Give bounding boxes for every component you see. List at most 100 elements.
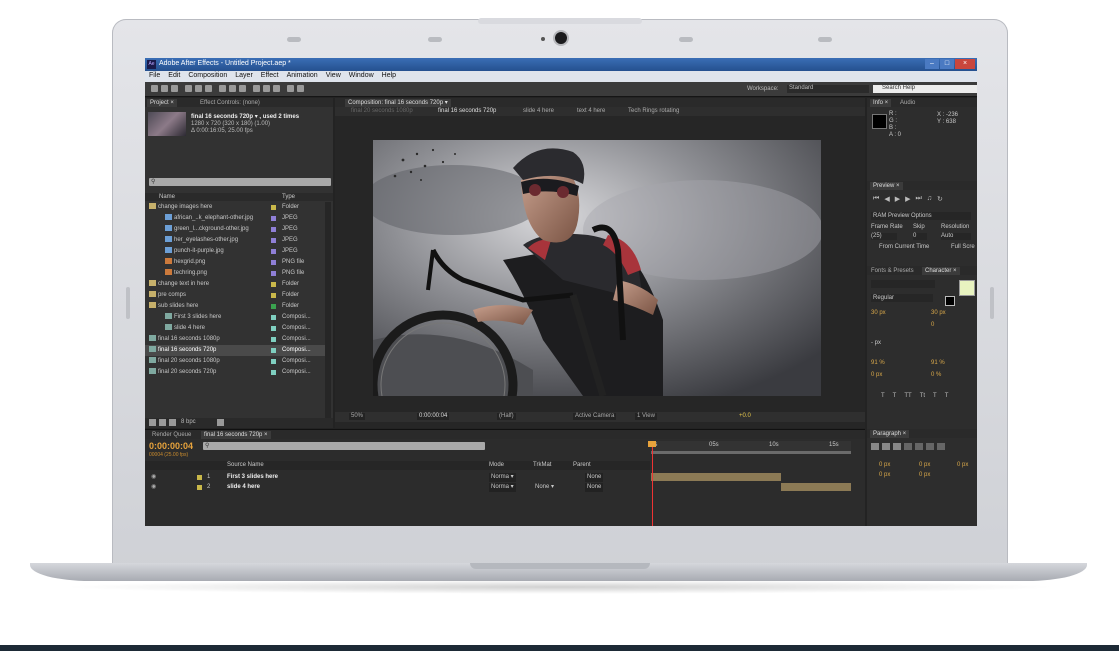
layer-bar-1[interactable] <box>651 473 781 481</box>
close-button[interactable]: × <box>955 59 975 69</box>
project-item[interactable]: change images here Folder <box>145 202 329 213</box>
menu-window[interactable]: Window <box>345 71 378 82</box>
project-item[interactable]: final 20 seconds 720p Composi... <box>145 367 329 378</box>
timeline-search-input[interactable]: ⚲ <box>203 442 485 450</box>
pan-behind-tool-icon[interactable] <box>205 85 212 92</box>
project-item[interactable]: her_eyelashes-other.jpg JPEG <box>145 235 329 246</box>
prev-frame-icon[interactable]: ◀ <box>884 195 889 203</box>
layer-label-chip[interactable] <box>197 475 202 480</box>
interpret-footage-icon[interactable] <box>149 419 156 426</box>
selection-tool-icon[interactable] <box>151 85 158 92</box>
justify-left-icon[interactable] <box>904 443 912 450</box>
zoom-tool-icon[interactable] <box>171 85 178 92</box>
active-camera-select[interactable]: Active Camera <box>573 413 617 420</box>
justify-center-icon[interactable] <box>915 443 923 450</box>
tab-timeline-comp[interactable]: final 16 seconds 720p × <box>201 431 271 439</box>
label-color-chip[interactable] <box>271 304 276 309</box>
layer-mode[interactable]: Norma ▾ <box>489 473 516 482</box>
label-color-chip[interactable] <box>271 326 276 331</box>
nav-comp-4[interactable]: text 4 here <box>577 108 605 114</box>
faux-italic-button[interactable]: T <box>893 393 897 399</box>
project-item[interactable]: First 3 slides here Composi... <box>145 312 329 323</box>
label-color-chip[interactable] <box>271 260 276 265</box>
tab-preview[interactable]: Preview × <box>870 182 903 190</box>
maximize-button[interactable]: □ <box>940 59 954 69</box>
col-source-name[interactable]: Source Name <box>227 462 264 468</box>
project-item[interactable]: final 16 seconds 720p Composi... <box>145 345 329 356</box>
baseline-shift-value[interactable]: 0 px <box>871 372 882 378</box>
tab-project[interactable]: Project × <box>147 99 177 107</box>
label-color-chip[interactable] <box>271 249 276 254</box>
project-item[interactable]: pre comps Folder <box>145 290 329 301</box>
label-color-chip[interactable] <box>271 271 276 276</box>
new-folder-icon[interactable] <box>159 419 166 426</box>
layer-row[interactable]: ◉ 1 First 3 slides here Norma ▾ None <box>145 473 650 482</box>
leading-value[interactable]: 30 px <box>931 310 946 316</box>
align-left-icon[interactable] <box>871 443 879 450</box>
menu-animation[interactable]: Animation <box>283 71 322 82</box>
nav-comp-5[interactable]: Tech Rings rotating <box>628 108 679 114</box>
tab-info[interactable]: Info × <box>870 99 892 107</box>
col-name-header[interactable]: Name <box>159 194 175 200</box>
tab-character[interactable]: Character × <box>922 267 960 275</box>
project-item[interactable]: final 20 seconds 1080p Composi... <box>145 356 329 367</box>
vertical-scale-value[interactable]: 91 % <box>871 360 885 366</box>
full-screen[interactable]: Full Scre <box>951 244 975 250</box>
resolution-select-preview[interactable]: Auto <box>941 233 971 240</box>
label-color-chip[interactable] <box>271 282 276 287</box>
comp-viewer[interactable] <box>373 140 821 396</box>
trash-icon[interactable] <box>217 419 224 426</box>
workspace-select[interactable]: Standard <box>787 85 869 93</box>
project-scrollbar[interactable] <box>325 202 331 418</box>
label-color-chip[interactable] <box>271 205 276 210</box>
label-color-chip[interactable] <box>271 359 276 364</box>
project-item[interactable]: sub slides here Folder <box>145 301 329 312</box>
menu-edit[interactable]: Edit <box>164 71 184 82</box>
label-color-chip[interactable] <box>271 370 276 375</box>
tab-effect-controls[interactable]: Effect Controls: (none) <box>197 99 263 107</box>
layer-name[interactable]: First 3 slides here <box>227 473 278 482</box>
justify-right-icon[interactable] <box>926 443 934 450</box>
superscript-button[interactable]: T <box>933 393 937 399</box>
fill-color-swatch[interactable] <box>959 280 975 296</box>
nav-comp-3[interactable]: slide 4 here <box>523 108 554 114</box>
project-item[interactable]: change text in here Folder <box>145 279 329 290</box>
text-tool-icon[interactable] <box>239 85 246 92</box>
layer-trkmat[interactable]: None ▾ <box>535 483 554 492</box>
bit-depth-button[interactable]: 8 bpc <box>181 419 196 425</box>
work-area-bar[interactable] <box>651 451 851 454</box>
puppet-tool-icon[interactable] <box>297 85 304 92</box>
first-frame-icon[interactable]: ⏮ <box>873 195 879 203</box>
col-mode[interactable]: Mode <box>489 462 504 468</box>
resolution-select[interactable]: (Half) <box>497 413 516 420</box>
hand-tool-icon[interactable] <box>161 85 168 92</box>
skip-select[interactable]: 0 <box>913 233 927 240</box>
current-time-display[interactable]: 0:00:00:04 <box>417 413 450 420</box>
stroke-color-swatch[interactable] <box>945 296 955 306</box>
label-color-chip[interactable] <box>271 238 276 243</box>
layer-name[interactable]: slide 4 here <box>227 483 260 492</box>
font-size-value[interactable]: 30 px <box>871 310 886 316</box>
label-color-chip[interactable] <box>271 315 276 320</box>
audio-icon[interactable]: ♫ <box>927 195 932 203</box>
tsume-value[interactable]: 0 % <box>931 372 941 378</box>
align-right-icon[interactable] <box>893 443 901 450</box>
space-after-value[interactable]: 0 px <box>919 472 930 478</box>
loop-icon[interactable]: ↻ <box>937 195 943 203</box>
menu-effect[interactable]: Effect <box>257 71 283 82</box>
col-type-header[interactable]: Type <box>282 194 295 200</box>
play-icon[interactable]: ▶ <box>895 195 900 203</box>
font-style-select[interactable]: Regular <box>871 294 933 302</box>
time-ruler[interactable]: 0s 05s 10s 15s <box>651 441 851 451</box>
tab-audio[interactable]: Audio <box>897 99 918 107</box>
layer-parent[interactable]: None <box>585 483 604 492</box>
layer-row[interactable]: ◉ 2 slide 4 here Norma ▾ None ▾ None <box>145 483 650 492</box>
exposure-value[interactable]: +0.0 <box>737 413 753 420</box>
label-color-chip[interactable] <box>271 337 276 342</box>
minimize-button[interactable]: – <box>925 59 939 69</box>
tab-render-queue[interactable]: Render Queue <box>149 431 194 439</box>
roto-brush-tool-icon[interactable] <box>287 85 294 92</box>
views-select[interactable]: 1 View <box>635 413 657 420</box>
pen-tool-icon[interactable] <box>229 85 236 92</box>
menu-help[interactable]: Help <box>378 71 400 82</box>
